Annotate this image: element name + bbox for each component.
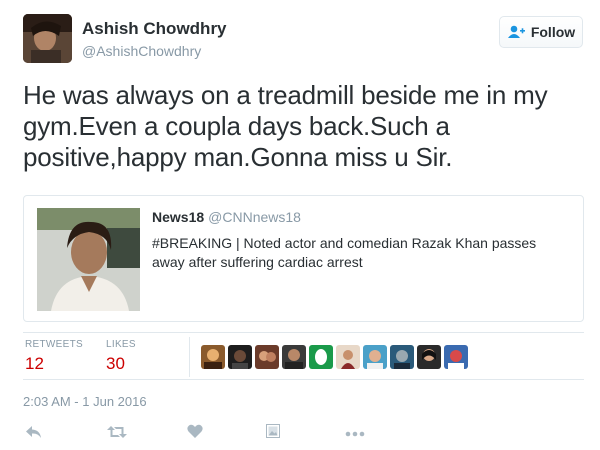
liker-avatar[interactable] [282,345,306,369]
likes-label: LIKES [106,339,136,350]
reply-icon[interactable] [25,424,43,445]
quoted-tweet-name: News18 [152,209,205,225]
likes-stat[interactable]: LIKES 30 [106,339,136,374]
author-handle[interactable]: @AshishChowdhry [82,43,201,59]
more-icon[interactable] [345,424,365,442]
quoted-tweet-author[interactable]: News18 @CNNnews18 [152,209,301,225]
author-avatar[interactable] [23,14,72,63]
tweet-actions [23,424,583,444]
liker-avatar[interactable] [201,345,225,369]
quoted-tweet-text: #BREAKING | Noted actor and comedian Raz… [152,235,537,270]
liker-avatar[interactable] [228,345,252,369]
tweet-timestamp[interactable]: 2:03 AM - 1 Jun 2016 [23,394,147,409]
liker-avatar[interactable] [336,345,360,369]
liker-avatars [201,345,468,369]
retweet-icon[interactable] [107,424,127,445]
liker-avatar[interactable] [417,345,441,369]
retweets-label: RETWEETS [25,339,83,350]
follow-button-label: Follow [530,24,576,40]
tweet-stats: RETWEETS 12 LIKES 30 [23,332,584,380]
add-user-icon [507,25,525,39]
retweets-stat[interactable]: RETWEETS 12 [25,339,83,374]
tweet-text: He was always on a treadmill beside me i… [23,80,548,172]
liker-avatar[interactable] [309,345,333,369]
liker-avatar[interactable] [390,345,414,369]
reply-image-icon[interactable] [266,424,280,443]
retweets-count: 12 [25,354,44,373]
likes-count: 30 [106,354,125,373]
like-icon[interactable] [187,424,203,444]
quoted-tweet[interactable]: News18 @CNNnews18 #BREAKING | Noted actor… [23,195,584,322]
liker-avatar[interactable] [444,345,468,369]
quoted-tweet-image[interactable] [37,208,140,311]
liker-avatar[interactable] [255,345,279,369]
follow-button[interactable]: Follow [499,16,583,48]
quoted-tweet-handle: @CNNnews18 [208,209,301,225]
author-name[interactable]: Ashish Chowdhry [82,19,227,39]
stats-divider [189,337,190,377]
liker-avatar[interactable] [363,345,387,369]
